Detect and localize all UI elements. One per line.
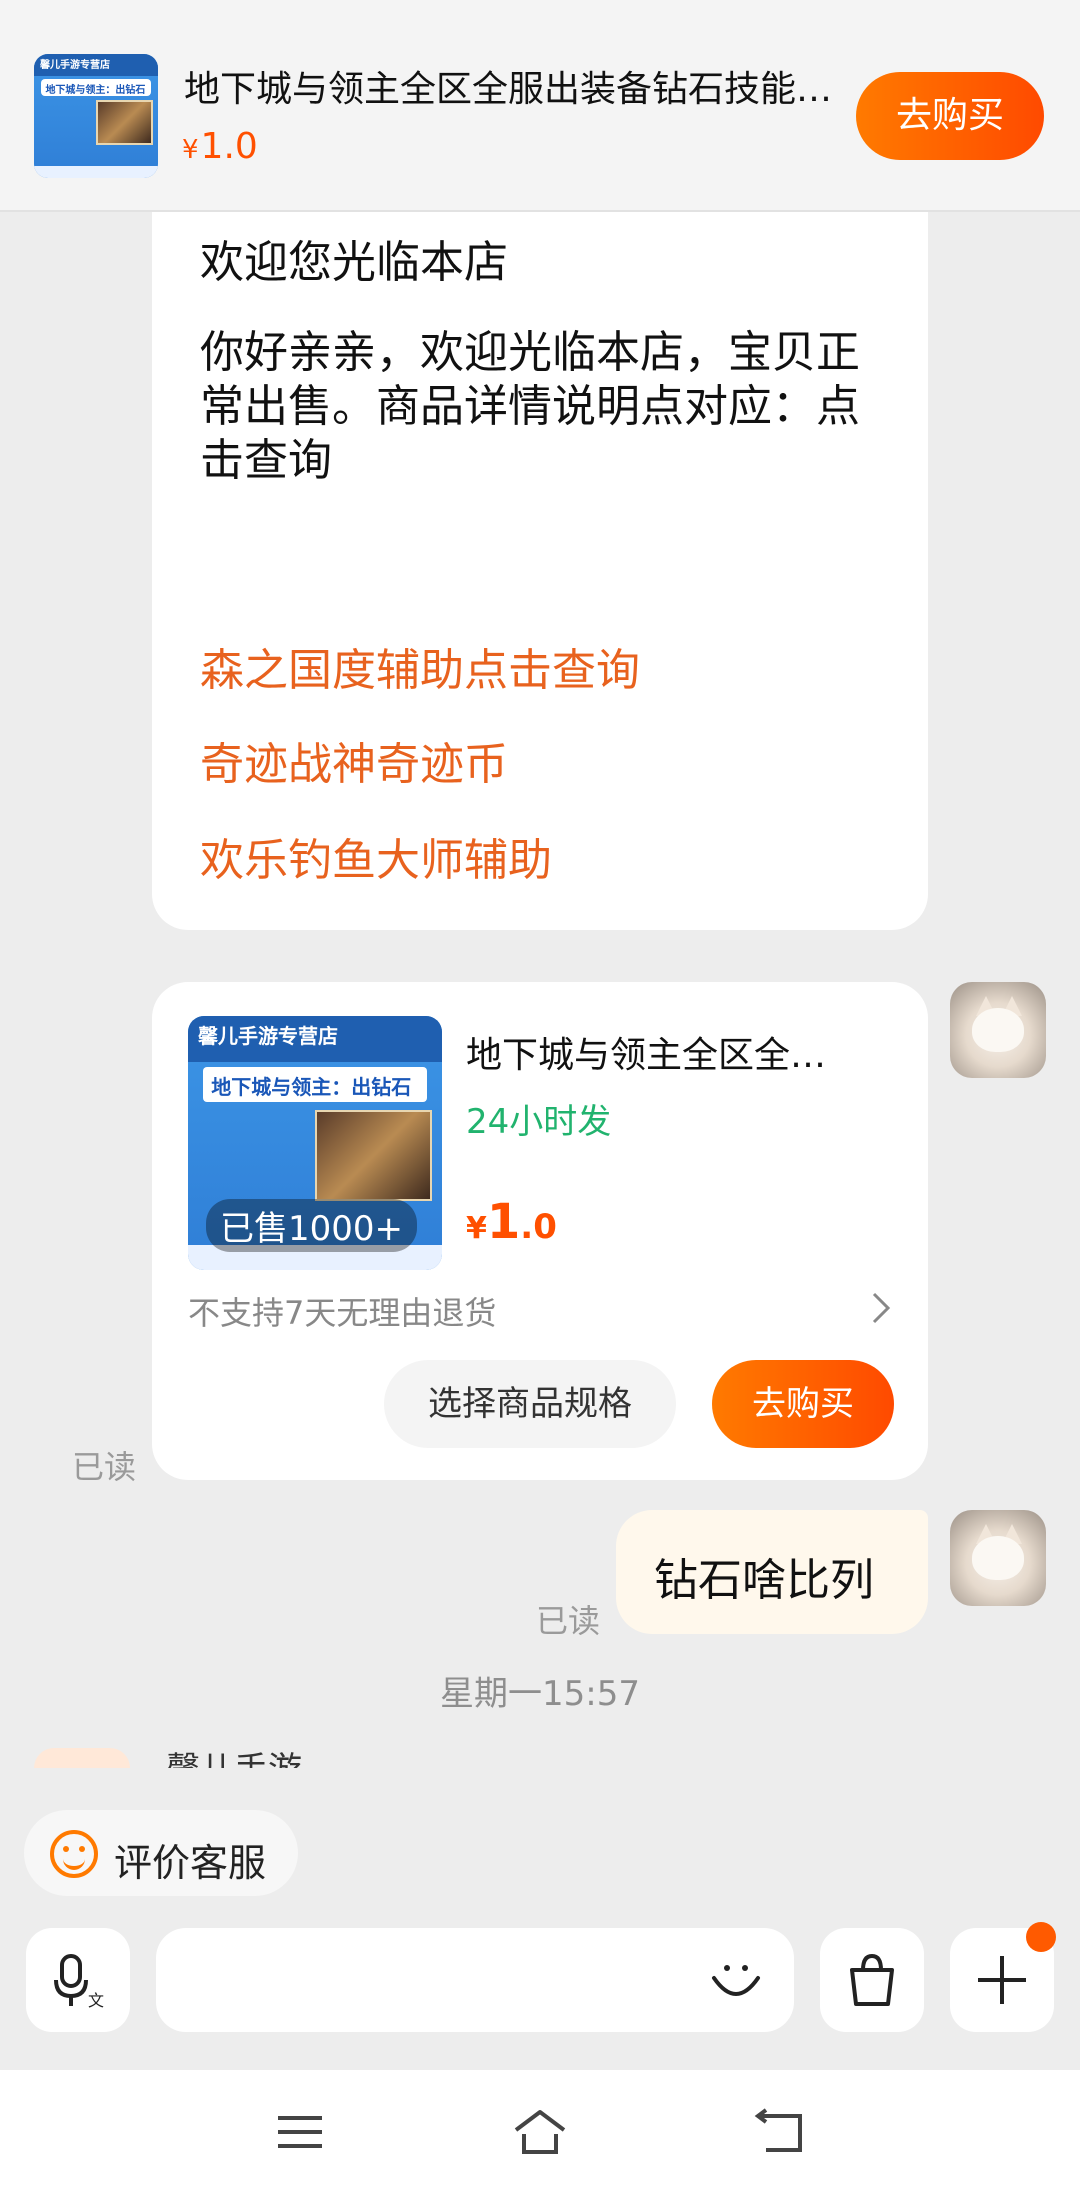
plus-icon bbox=[978, 1956, 1026, 2004]
rate-service-button[interactable]: 评价客服 bbox=[24, 1810, 298, 1896]
home-icon[interactable] bbox=[512, 2108, 568, 2156]
product-card[interactable]: 馨儿手游专营店 地下城与领主：出钻石 已售1000+ 地下城与领主全区全… 24… bbox=[152, 982, 928, 1480]
thumb-store-label: 馨儿手游专营店 bbox=[34, 54, 158, 77]
voice-input-button[interactable]: 文 bbox=[26, 1928, 130, 2032]
read-status: 已读 bbox=[536, 1602, 601, 1640]
store-avatar[interactable] bbox=[34, 1748, 130, 1768]
chevron-right-icon[interactable] bbox=[870, 1288, 894, 1337]
user-avatar[interactable] bbox=[950, 982, 1046, 1078]
smile-icon bbox=[50, 1830, 98, 1878]
shopping-bag-icon bbox=[850, 1953, 894, 2006]
timestamp: 星期一15:57 bbox=[440, 1674, 640, 1714]
sender-name: 馨儿手游 bbox=[166, 1750, 302, 1768]
card-title[interactable]: 地下城与领主全区全… bbox=[466, 1026, 886, 1078]
buy-button[interactable]: 去购买 bbox=[856, 72, 1044, 160]
back-icon[interactable] bbox=[754, 2108, 806, 2156]
notification-dot bbox=[1026, 1922, 1056, 1952]
system-nav-bar bbox=[0, 2070, 1080, 2196]
product-thumbnail[interactable]: 馨儿手游专营店 地下城与领主：出钻石 bbox=[34, 54, 158, 178]
welcome-heading: 欢迎您光临本店 bbox=[200, 237, 508, 288]
welcome-body: 你好亲亲，欢迎光临本店，宝贝正常出售。商品详情说明点对应：点击查询 bbox=[200, 327, 860, 486]
card-product-image[interactable]: 馨儿手游专营店 地下城与领主：出钻石 已售1000+ bbox=[188, 1016, 442, 1270]
game-screenshot bbox=[315, 1109, 432, 1202]
select-spec-button[interactable]: 选择商品规格 bbox=[384, 1360, 676, 1448]
user-avatar[interactable] bbox=[950, 1510, 1046, 1606]
svg-text:文: 文 bbox=[88, 1991, 104, 2010]
return-policy[interactable]: 不支持7天无理由退货 bbox=[188, 1288, 496, 1334]
emoji-icon[interactable] bbox=[708, 1952, 764, 2008]
voice-input-icon: 文 bbox=[54, 1954, 104, 2010]
sold-count: 已售1000+ bbox=[206, 1199, 418, 1252]
product-title[interactable]: 地下城与领主全区全服出装备钻石技能… bbox=[184, 60, 854, 112]
game-screenshot bbox=[96, 99, 154, 145]
more-button[interactable] bbox=[950, 1922, 1056, 2032]
my-message-text: 钻石啥比列 bbox=[654, 1555, 874, 1606]
link-miracle-coin[interactable]: 奇迹战神奇迹币 bbox=[200, 728, 508, 792]
shipping-info: 24小时发 bbox=[466, 1102, 612, 1142]
shop-button[interactable] bbox=[820, 1928, 924, 2032]
product-price: ¥1.0 bbox=[182, 126, 258, 167]
rate-service-label: 评价客服 bbox=[114, 1841, 267, 1885]
link-fishing-master[interactable]: 欢乐钓鱼大师辅助 bbox=[200, 824, 552, 888]
read-status: 已读 bbox=[72, 1448, 137, 1486]
message-input[interactable] bbox=[156, 1928, 794, 2032]
my-message[interactable]: 钻石啥比列 bbox=[616, 1510, 928, 1634]
thumb-banner: 地下城与领主：出钻石 bbox=[41, 78, 151, 97]
welcome-message: 欢迎您光临本店 你好亲亲，欢迎光临本店，宝贝正常出售。商品详情说明点对应：点击查… bbox=[152, 150, 928, 930]
link-forest-kingdom[interactable]: 森之国度辅助点击查询 bbox=[200, 634, 640, 698]
product-header[interactable]: 馨儿手游专营店 地下城与领主：出钻石 地下城与领主全区全服出装备钻石技能… ¥1… bbox=[0, 0, 1080, 212]
input-panel: 评价客服 文 bbox=[0, 1770, 1080, 2070]
menu-icon[interactable] bbox=[276, 2108, 324, 2156]
card-price: ¥1.0 bbox=[466, 1194, 557, 1250]
card-buy-button[interactable]: 去购买 bbox=[712, 1360, 894, 1448]
